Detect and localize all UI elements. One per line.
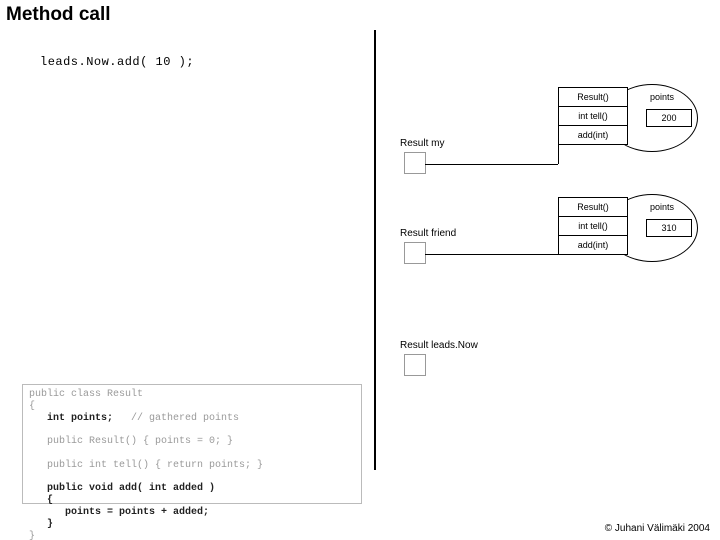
points-my-value: 200 <box>646 109 692 127</box>
points-my-label: points <box>650 92 674 102</box>
object-my-box <box>404 152 426 174</box>
connector-friend-v <box>558 224 559 254</box>
points-friend-value: 310 <box>646 219 692 237</box>
iface-friend-row-0: Result() <box>558 197 628 217</box>
connector-my <box>425 164 558 165</box>
object-friend-box <box>404 242 426 264</box>
object-leadsnow-box <box>404 354 426 376</box>
object-leadsnow-label: Result leads.Now <box>400 340 478 351</box>
connector-my-v <box>558 134 559 164</box>
iface-friend: Result() int tell() add(int) <box>558 198 628 255</box>
iface-my-row-2: add(int) <box>558 125 628 145</box>
iface-friend-row-1: int tell() <box>558 216 628 236</box>
points-friend-label: points <box>650 202 674 212</box>
diagram-canvas: Method call leads.Now.add( 10 ); Result … <box>0 0 720 540</box>
object-friend-label: Result friend <box>400 228 456 239</box>
code-panel: public class Result { int points; // gat… <box>22 384 362 504</box>
iface-my: Result() int tell() add(int) <box>558 88 628 145</box>
object-my-label: Result my <box>400 138 444 149</box>
iface-friend-row-2: add(int) <box>558 235 628 255</box>
vertical-divider <box>374 30 376 470</box>
page-title: Method call <box>6 4 111 26</box>
method-call-code: leads.Now.add( 10 ); <box>40 55 194 69</box>
copyright: © Juhani Välimäki 2004 <box>605 523 710 534</box>
connector-friend <box>425 254 558 255</box>
iface-my-row-1: int tell() <box>558 106 628 126</box>
iface-my-row-0: Result() <box>558 87 628 107</box>
